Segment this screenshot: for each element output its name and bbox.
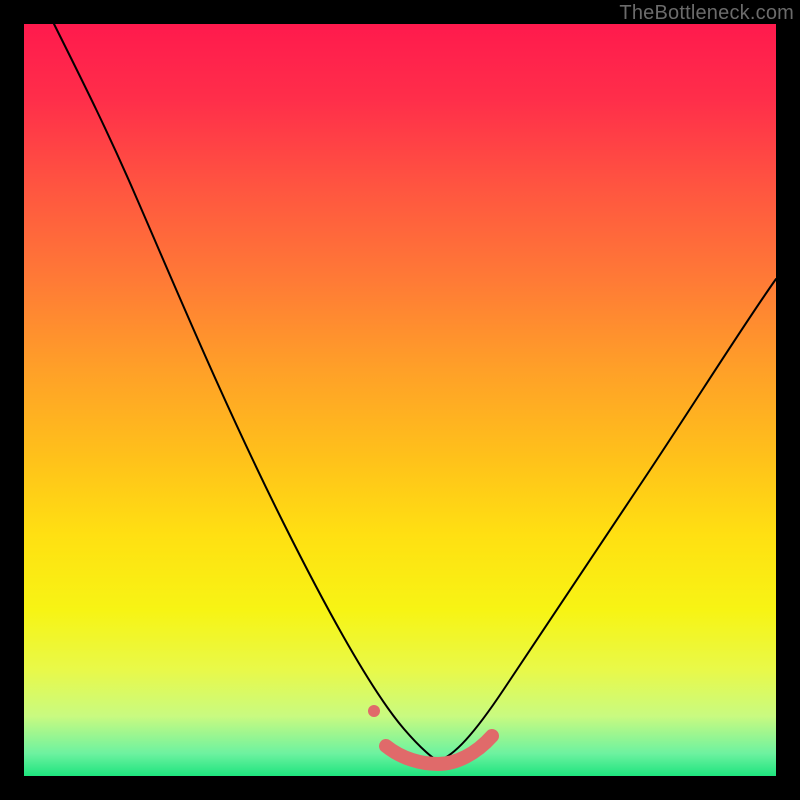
left-curve: [54, 24, 438, 761]
plot-area: [24, 24, 776, 776]
chart-frame: TheBottleneck.com: [0, 0, 800, 800]
valley-dot: [368, 705, 380, 717]
right-curve: [438, 279, 776, 761]
curve-layer: [24, 24, 776, 776]
watermark-text: TheBottleneck.com: [619, 2, 794, 25]
valley-marker: [386, 736, 492, 764]
